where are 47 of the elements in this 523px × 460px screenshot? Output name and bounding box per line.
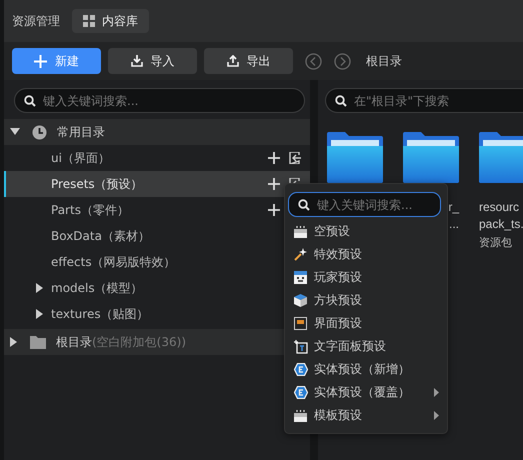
folder-icon[interactable] [479,132,523,183]
tray-icon [294,410,307,422]
export-button[interactable]: 导出 [204,48,293,74]
add-icon[interactable] [268,178,280,190]
text-box-icon [294,340,308,354]
forward-button[interactable] [334,52,351,70]
magic-wand-icon [294,248,307,261]
upload-icon [226,55,238,67]
content-library-tab[interactable]: 内容库 [72,9,149,33]
tray-icon [294,226,307,238]
entity-icon [294,363,308,376]
folder-icon[interactable] [403,132,459,183]
content-search-field[interactable]: 在"根目录"下搜索 [325,88,523,113]
folder-icon[interactable] [327,132,383,183]
menu-search-field[interactable]: 键入关键词搜索... [288,192,441,217]
file-name: r_ [448,199,459,216]
folder-icon [30,336,46,348]
clock-icon [32,124,47,140]
file-name: ... [448,216,459,233]
download-icon [130,55,142,67]
character-icon [294,271,307,284]
export-icon[interactable] [289,152,301,164]
file-type: 资源包 [479,235,513,250]
panel-title: 资源管理 [12,12,60,30]
tree-group-row[interactable]: 常用目录 [4,119,310,145]
cube-icon [294,294,307,307]
back-button[interactable] [305,52,322,70]
tree-item[interactable]: ui（界面） [4,145,310,171]
file-name: pack_ts. [479,216,523,233]
tree-search-field[interactable]: 键入关键词搜索... [14,88,305,113]
group-label: 常用目录 [57,124,105,140]
menu-item[interactable]: 模板预设 [285,404,447,427]
tree-item[interactable]: Presets（预设） [4,171,310,197]
add-icon[interactable] [268,152,280,164]
window-icon [294,317,307,330]
import-button[interactable]: 导入 [108,48,197,74]
entity-icon [294,386,308,399]
menu-item[interactable]: 实体预设（新增） [285,358,447,381]
plus-icon [34,54,47,68]
menu-item[interactable]: 特效预设 [285,243,447,266]
grid-icon [83,15,95,27]
menu-item[interactable]: 空预设 [285,220,447,243]
add-icon[interactable] [268,204,280,216]
file-name: resourc [479,199,520,216]
group-label: 根目录(空白附加包(36)) [56,334,186,350]
breadcrumb[interactable]: 根目录 [366,52,402,70]
menu-item[interactable]: 实体预设（覆盖） [285,381,447,404]
